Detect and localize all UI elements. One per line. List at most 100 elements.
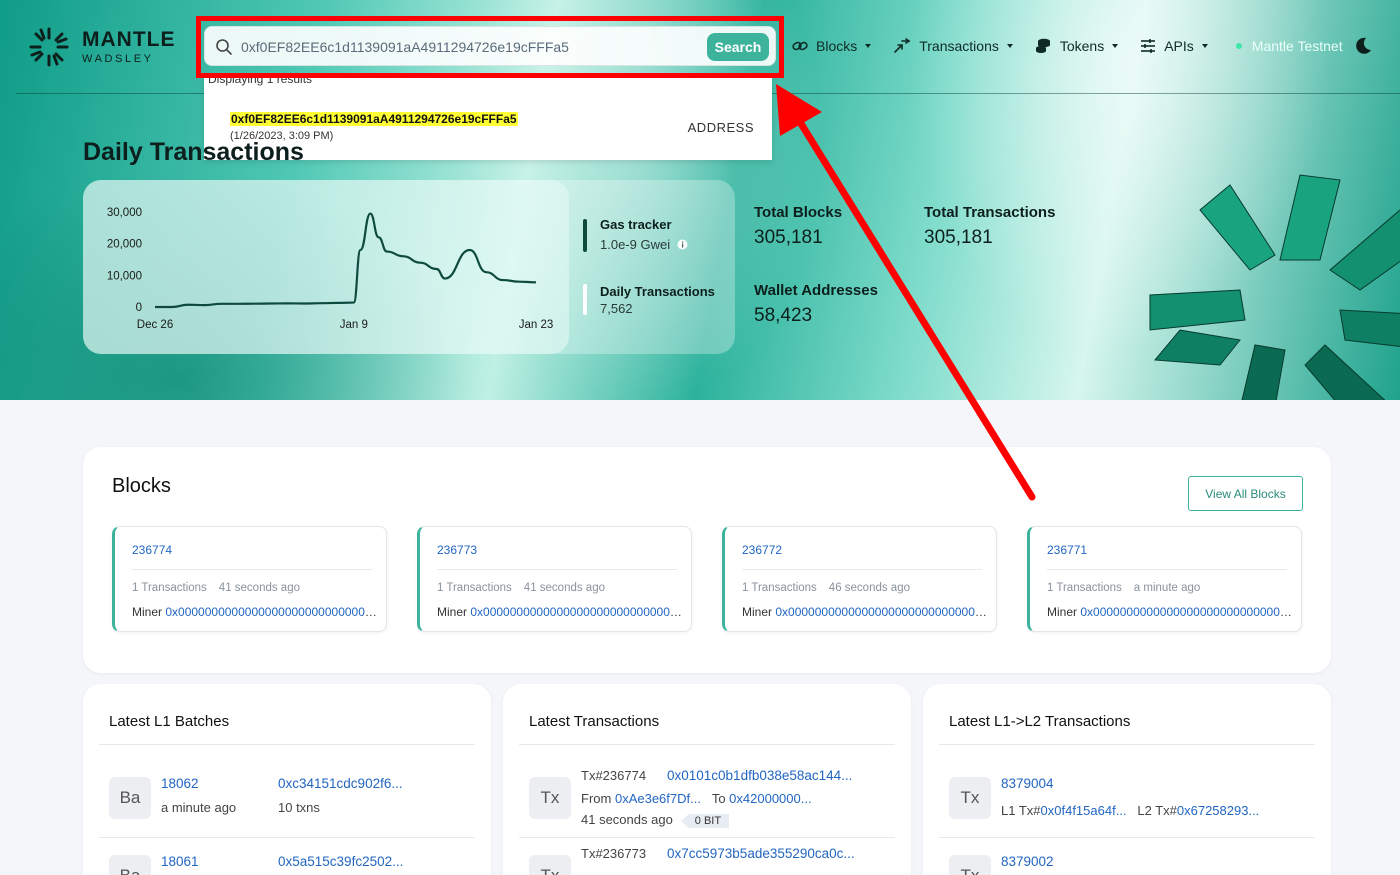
batch-hash-link[interactable]: 0xc34151cdc902f6... <box>278 776 403 791</box>
brand-name: MANTLE <box>82 28 176 51</box>
brand-subtitle: WADSLEY <box>82 53 154 65</box>
y-tick-label: 0 <box>136 302 142 314</box>
result-type: ADDRESS <box>687 120 754 135</box>
batch-id-link[interactable]: 18061 <box>161 854 199 869</box>
l2-tx-link[interactable]: 0x67258293... <box>1177 803 1259 818</box>
divider <box>1047 569 1287 570</box>
dark-mode-toggle-icon[interactable] <box>1354 37 1372 55</box>
batch-avatar: Ba <box>109 855 151 875</box>
network-name: Mantle Testnet <box>1251 38 1343 54</box>
x-tick-label: Jan 9 <box>340 319 368 331</box>
tx-to-link[interactable]: 0x42000000... <box>729 791 811 806</box>
block-card[interactable]: 236772 1 Transactions 46 seconds ago Mine… <box>722 526 997 632</box>
results-count: Displaying 1 results <box>208 72 313 86</box>
tx-from-to: From 0xAe3e6f7Df... To 0x42000000... <box>581 791 812 806</box>
coins-icon <box>1035 38 1050 53</box>
latest-transactions: Latest Transactions Tx Tx#236774 0x0101c… <box>503 684 911 875</box>
tx-age: 41 seconds ago 0 BIT <box>581 812 730 828</box>
nav-blocks-label: Blocks <box>816 38 858 54</box>
tx-avatar: Tx <box>529 777 571 819</box>
latest-l1-l2-transactions: Latest L1->L2 Transactions Tx 8379004 L1… <box>923 684 1331 875</box>
miner-link[interactable]: 0x00000000000000000000000000000000000000… <box>470 605 682 619</box>
mantle-logo-icon <box>29 27 69 67</box>
chevron-down-icon <box>1112 44 1119 48</box>
daily-transactions-chart: 0 10,000 20,000 30,000 Dec 26 Jan 9 Jan 23 <box>83 180 569 354</box>
divider <box>99 837 475 838</box>
wallet-addresses: Wallet Addresses 58,423 <box>754 282 878 327</box>
total-blocks-value: 305,181 <box>754 227 823 248</box>
divider <box>519 744 895 745</box>
y-tick-label: 10,000 <box>107 270 142 282</box>
x-tick-label: Jan 23 <box>519 319 554 331</box>
block-number[interactable]: 236772 <box>742 543 782 557</box>
block-number[interactable]: 236774 <box>132 543 172 557</box>
l1-l2-avatar: Tx <box>949 777 991 819</box>
divider <box>939 837 1315 838</box>
l1-l2-title: Latest L1->L2 Transactions <box>949 713 1131 730</box>
nav-blocks[interactable]: Blocks <box>792 38 872 54</box>
nav-apis[interactable]: APIs <box>1140 38 1208 54</box>
x-tick-label: Dec 26 <box>137 319 173 331</box>
latest-l1-batches: Latest L1 Batches Ba 18062 a minute ago … <box>83 684 491 875</box>
chevron-down-icon <box>865 44 872 48</box>
link-icon <box>792 41 808 51</box>
miner-link[interactable]: 0x00000000000000000000000000000000000000… <box>1080 605 1292 619</box>
latest-tx-title: Latest Transactions <box>529 713 660 730</box>
divider <box>99 744 475 745</box>
l1-l2-id-link[interactable]: 8379002 <box>1001 854 1054 869</box>
brand-logo[interactable]: MANTLE WADSLEY <box>28 26 176 68</box>
l1-tx-link[interactable]: 0x0f4f15a64f... <box>1041 803 1127 818</box>
nav-tokens[interactable]: Tokens <box>1035 38 1119 54</box>
tx-number: Tx#236774 <box>581 768 647 783</box>
tx-from-link[interactable]: 0xAe3e6f7Df... <box>615 791 701 806</box>
nav-tokens-label: Tokens <box>1059 38 1105 54</box>
search-input[interactable] <box>241 35 701 59</box>
total-blocks-label: Total Blocks <box>754 204 843 221</box>
nav-transactions[interactable]: Transactions <box>893 38 1013 54</box>
main-nav: Blocks Transactions Tokens APIs Mantle T… <box>792 36 1343 56</box>
info-icon[interactable] <box>677 239 688 250</box>
y-tick-label: 20,000 <box>107 239 142 251</box>
tx-number: Tx#236773 <box>581 846 647 861</box>
total-transactions: Total Transactions 305,181 <box>924 204 1055 249</box>
chevron-down-icon <box>1201 44 1208 48</box>
miner-link[interactable]: 0x00000000000000000000000000000000000000… <box>165 605 377 619</box>
batch-age: a minute ago <box>161 800 237 815</box>
l1-l2-id-link[interactable]: 8379004 <box>1001 776 1054 791</box>
batch-hash-link[interactable]: 0x5a515c39fc2502... <box>278 854 403 869</box>
block-miner: Miner 0x00000000000000000000000000000000… <box>1047 605 1292 619</box>
block-card[interactable]: 236771 1 Transactions a minute ago Miner … <box>1027 526 1302 632</box>
block-meta: 1 Transactions a minute ago <box>1047 582 1201 594</box>
tx-hash-link[interactable]: 0x0101c0b1dfb038e58ac144... <box>667 768 852 783</box>
l1-batches-title: Latest L1 Batches <box>109 713 230 730</box>
divider <box>437 569 677 570</box>
network-selector[interactable]: Mantle Testnet <box>1235 38 1343 54</box>
chevron-down-icon <box>1006 44 1013 48</box>
l1-l2-hashes: L1 Tx#0x0f4f15a64f... L2 Tx#0x67258293..… <box>1001 803 1260 818</box>
gas-tracker-label: Gas tracker <box>600 217 672 232</box>
block-miner: Miner 0x00000000000000000000000000000000… <box>132 605 377 619</box>
block-number[interactable]: 236773 <box>437 543 477 557</box>
block-card[interactable]: 236774 1 Transactions 41 seconds ago Mine… <box>112 526 387 632</box>
gas-tracker-bar <box>583 219 587 252</box>
view-all-blocks-button[interactable]: View All Blocks <box>1188 476 1303 511</box>
daily-transactions-value: 7,562 <box>600 301 633 316</box>
block-number[interactable]: 236771 <box>1047 543 1087 557</box>
total-transactions-value: 305,181 <box>924 227 993 248</box>
nav-apis-label: APIs <box>1164 38 1194 54</box>
block-card[interactable]: 236773 1 Transactions 41 seconds ago Mine… <box>417 526 692 632</box>
page-title: Daily Transactions <box>83 138 304 166</box>
network-status-dot <box>1235 43 1242 49</box>
daily-transactions-label: Daily Transactions <box>600 284 715 299</box>
gas-tracker-value: 1.0e-9 Gwei <box>600 237 733 252</box>
batch-id-link[interactable]: 18062 <box>161 776 199 791</box>
line-chart: 0 10,000 20,000 30,000 Dec 26 Jan 9 Jan 23 <box>107 207 554 331</box>
divider <box>742 569 982 570</box>
tx-hash-link[interactable]: 0x7cc5973b5ade355290ca0c... <box>667 846 855 861</box>
total-transactions-label: Total Transactions <box>924 204 1056 221</box>
divider <box>939 744 1315 745</box>
result-address[interactable]: 0xf0EF82EE6c1d1139091aA4911294726e19cFFF… <box>230 112 518 126</box>
search-button[interactable]: Search <box>707 33 769 61</box>
miner-link[interactable]: 0x00000000000000000000000000000000000000… <box>775 605 987 619</box>
tx-avatar: Tx <box>529 855 571 875</box>
